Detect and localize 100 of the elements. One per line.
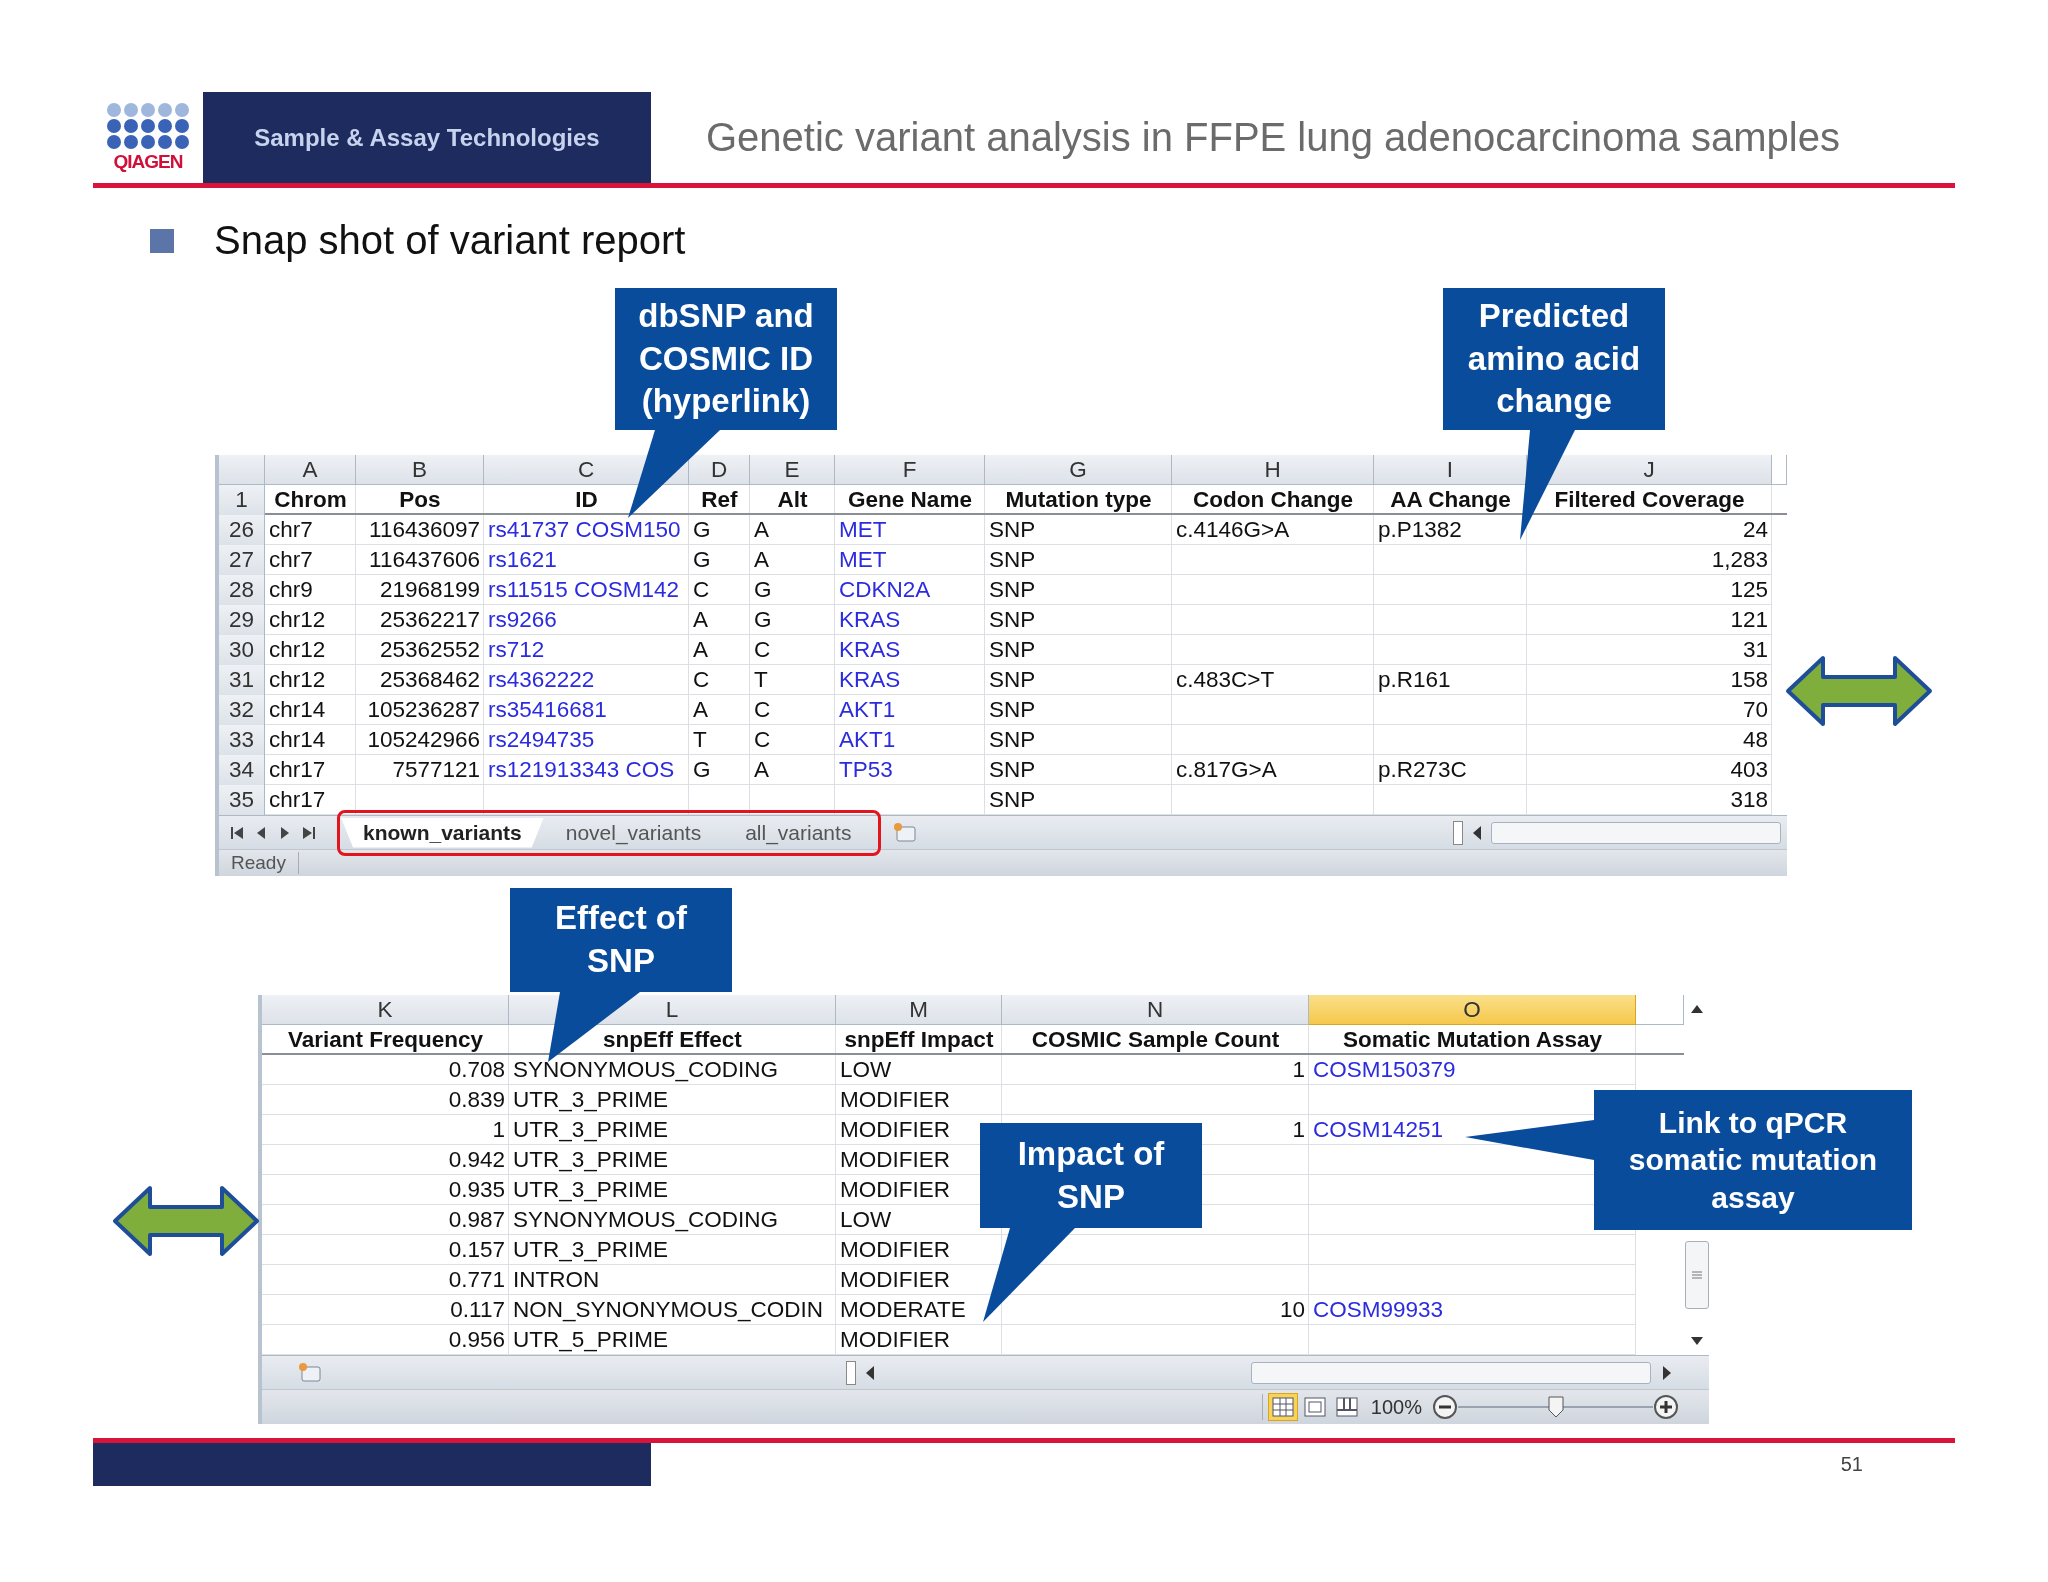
column-letter[interactable]: F bbox=[835, 455, 985, 485]
scroll-right-icon[interactable] bbox=[1661, 1364, 1673, 1381]
table-cell: LOW bbox=[840, 1057, 892, 1082]
link[interactable]: rs1621 bbox=[488, 547, 557, 572]
scrollbar-thumb[interactable] bbox=[1251, 1361, 1651, 1384]
table-cell: 25362217 bbox=[379, 607, 480, 632]
table-cell: A bbox=[693, 637, 708, 662]
table-cell: A bbox=[693, 697, 708, 722]
table-cell: 31 bbox=[1742, 637, 1768, 662]
table-cell: 0.956 bbox=[448, 1327, 505, 1352]
table-cell: chr12 bbox=[269, 607, 326, 632]
scrollbar-thumb[interactable] bbox=[1491, 821, 1781, 844]
table-cell: MODIFIER bbox=[840, 1087, 950, 1112]
table-cell: chr17 bbox=[269, 787, 326, 812]
table-cell: SNP bbox=[989, 757, 1036, 782]
zoom-in-icon[interactable] bbox=[1653, 1394, 1679, 1420]
link[interactable]: KRAS bbox=[839, 607, 901, 632]
grip-icon bbox=[1690, 1269, 1703, 1281]
table-cell: 0.987 bbox=[448, 1207, 505, 1232]
column-letter[interactable]: M bbox=[836, 995, 1002, 1025]
row-number: 32 bbox=[219, 695, 265, 725]
link[interactable]: AKT1 bbox=[839, 697, 896, 722]
table-cell: MODIFIER bbox=[840, 1327, 950, 1352]
link[interactable]: MET bbox=[839, 517, 887, 542]
link[interactable]: rs9266 bbox=[488, 607, 557, 632]
link[interactable]: TP53 bbox=[839, 757, 893, 782]
column-letter[interactable]: D bbox=[689, 455, 750, 485]
link[interactable]: KRAS bbox=[839, 667, 901, 692]
link[interactable]: rs41737 COSM150 bbox=[488, 517, 681, 542]
table-cell: T bbox=[693, 727, 707, 752]
zoom-out-icon[interactable] bbox=[1432, 1394, 1458, 1420]
link[interactable]: COSM99933 bbox=[1313, 1297, 1444, 1322]
scroll-left-icon[interactable] bbox=[864, 1364, 876, 1381]
column-letter[interactable]: K bbox=[262, 995, 509, 1025]
status-text: Ready bbox=[219, 852, 299, 874]
table-cell: SNP bbox=[989, 637, 1036, 662]
link[interactable]: rs11515 COSM142 bbox=[488, 577, 679, 602]
table-cell: 0.935 bbox=[448, 1177, 505, 1202]
scroll-left-icon[interactable] bbox=[1471, 824, 1483, 841]
table-cell: chr7 bbox=[269, 547, 313, 572]
link[interactable]: AKT1 bbox=[839, 727, 896, 752]
link[interactable]: rs4362222 bbox=[488, 667, 595, 692]
link[interactable]: MET bbox=[839, 547, 887, 572]
table-cell: NON_SYNONYMOUS_CODIN bbox=[513, 1297, 824, 1322]
sheet-tab[interactable]: known_variants bbox=[341, 817, 544, 848]
callout-text: Link to qPCR somatic mutation assay bbox=[1628, 1104, 1878, 1216]
row-number: 27 bbox=[219, 545, 265, 575]
column-letter[interactable]: N bbox=[1002, 995, 1309, 1025]
link[interactable]: CDKN2A bbox=[839, 577, 931, 602]
table-cell: C bbox=[693, 667, 710, 692]
zoom-level: 100% bbox=[1370, 1395, 1422, 1419]
table-cell: 158 bbox=[1730, 667, 1768, 692]
sheet-tab[interactable]: novel_variants bbox=[543, 817, 724, 848]
link[interactable]: KRAS bbox=[839, 637, 901, 662]
slider-thumb[interactable] bbox=[1547, 1396, 1564, 1418]
scrollbar-thumb[interactable] bbox=[1684, 1241, 1709, 1309]
column-heading: Gene Name bbox=[835, 485, 985, 515]
link[interactable]: rs2494735 bbox=[488, 727, 595, 752]
split-handle[interactable] bbox=[846, 1360, 856, 1385]
table-cell: 10 bbox=[1279, 1297, 1305, 1322]
column-letter[interactable]: B bbox=[356, 455, 484, 485]
table-cell: chr17 bbox=[269, 757, 326, 782]
column-letter[interactable]: H bbox=[1172, 455, 1374, 485]
link[interactable]: rs712 bbox=[488, 637, 545, 662]
table-cell: SNP bbox=[989, 517, 1036, 542]
row-number: 29 bbox=[219, 605, 265, 635]
table-cell: c.483C>T bbox=[1176, 667, 1275, 692]
table-cell: UTR_3_PRIME bbox=[513, 1117, 669, 1142]
table-cell: UTR_5_PRIME bbox=[513, 1327, 669, 1352]
table-cell: A bbox=[754, 547, 769, 572]
scroll-up-icon[interactable] bbox=[1689, 1003, 1704, 1015]
first-sheet-icon[interactable] bbox=[229, 824, 245, 841]
split-handle[interactable] bbox=[1453, 820, 1463, 845]
normal-view-button[interactable] bbox=[1268, 1394, 1297, 1420]
column-letter[interactable]: I bbox=[1374, 455, 1527, 485]
link[interactable]: rs121913343 COS bbox=[488, 757, 675, 782]
last-sheet-icon[interactable] bbox=[301, 824, 317, 841]
table-cell: G bbox=[754, 577, 772, 602]
table-cell: 70 bbox=[1742, 697, 1768, 722]
table-cell: C bbox=[754, 697, 771, 722]
link[interactable]: rs35416681 bbox=[488, 697, 607, 722]
link[interactable]: COSM150379 bbox=[1313, 1057, 1456, 1082]
table-cell: 116437606 bbox=[369, 547, 480, 572]
slide-title: Genetic variant analysis in FFPE lung adenocarcinoma samples bbox=[706, 115, 1840, 160]
column-letter[interactable]: O bbox=[1309, 995, 1636, 1025]
row-number: 33 bbox=[219, 725, 265, 755]
column-letter[interactable]: A bbox=[265, 455, 356, 485]
table-cell: C bbox=[693, 577, 710, 602]
link[interactable]: COSM14251 bbox=[1313, 1117, 1444, 1142]
zoom-slider[interactable] bbox=[1458, 1396, 1653, 1418]
table-cell: SNP bbox=[989, 607, 1036, 632]
table-cell: 25368462 bbox=[379, 667, 480, 692]
table-cell: MODIFIER bbox=[840, 1237, 950, 1262]
table-cell: SYNONYMOUS_CODING bbox=[513, 1207, 779, 1232]
row-number: 30 bbox=[219, 635, 265, 665]
sheet-tab[interactable]: all_variants bbox=[723, 817, 874, 848]
scroll-down-icon[interactable] bbox=[1689, 1335, 1704, 1347]
column-letter[interactable]: E bbox=[750, 455, 835, 485]
column-letter[interactable]: G bbox=[985, 455, 1172, 485]
table-cell: SNP bbox=[989, 577, 1036, 602]
